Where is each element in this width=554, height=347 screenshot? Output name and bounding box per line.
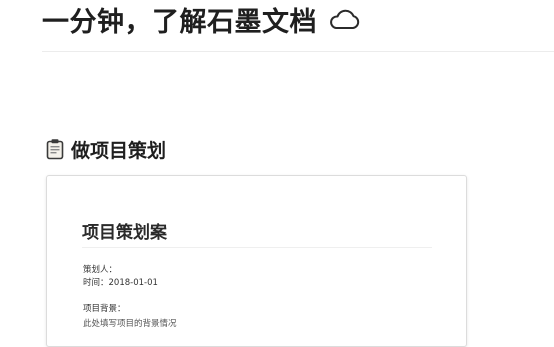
background-text: 此处填写项目的背景情况: [83, 319, 177, 329]
card-title: 项目策划案: [82, 223, 167, 243]
template-preview-card[interactable]: 项目策划案 策划人： 时间：2018-01-01 项目背景： 此处填写项目的背景…: [46, 175, 467, 347]
card-divider: [82, 247, 432, 248]
planner-line: 策划人：: [83, 263, 117, 275]
time-label: 时间：: [83, 278, 109, 288]
time-value: 2018-01-01: [108, 278, 158, 288]
title-divider: [42, 51, 554, 52]
document-title[interactable]: 一分钟，了解石墨文档: [42, 0, 317, 39]
planner-label: 策划人：: [83, 265, 118, 275]
section-heading: 做项目策划: [45, 134, 166, 164]
document-header: 一分钟，了解石墨文档: [42, 0, 361, 38]
section-label: 做项目策划: [71, 139, 167, 162]
background-label: 项目背景：: [83, 304, 126, 314]
clipboard-icon: [46, 139, 64, 160]
cloud-icon[interactable]: [327, 9, 361, 31]
time-line: 时间：2018-01-01: [83, 276, 158, 288]
